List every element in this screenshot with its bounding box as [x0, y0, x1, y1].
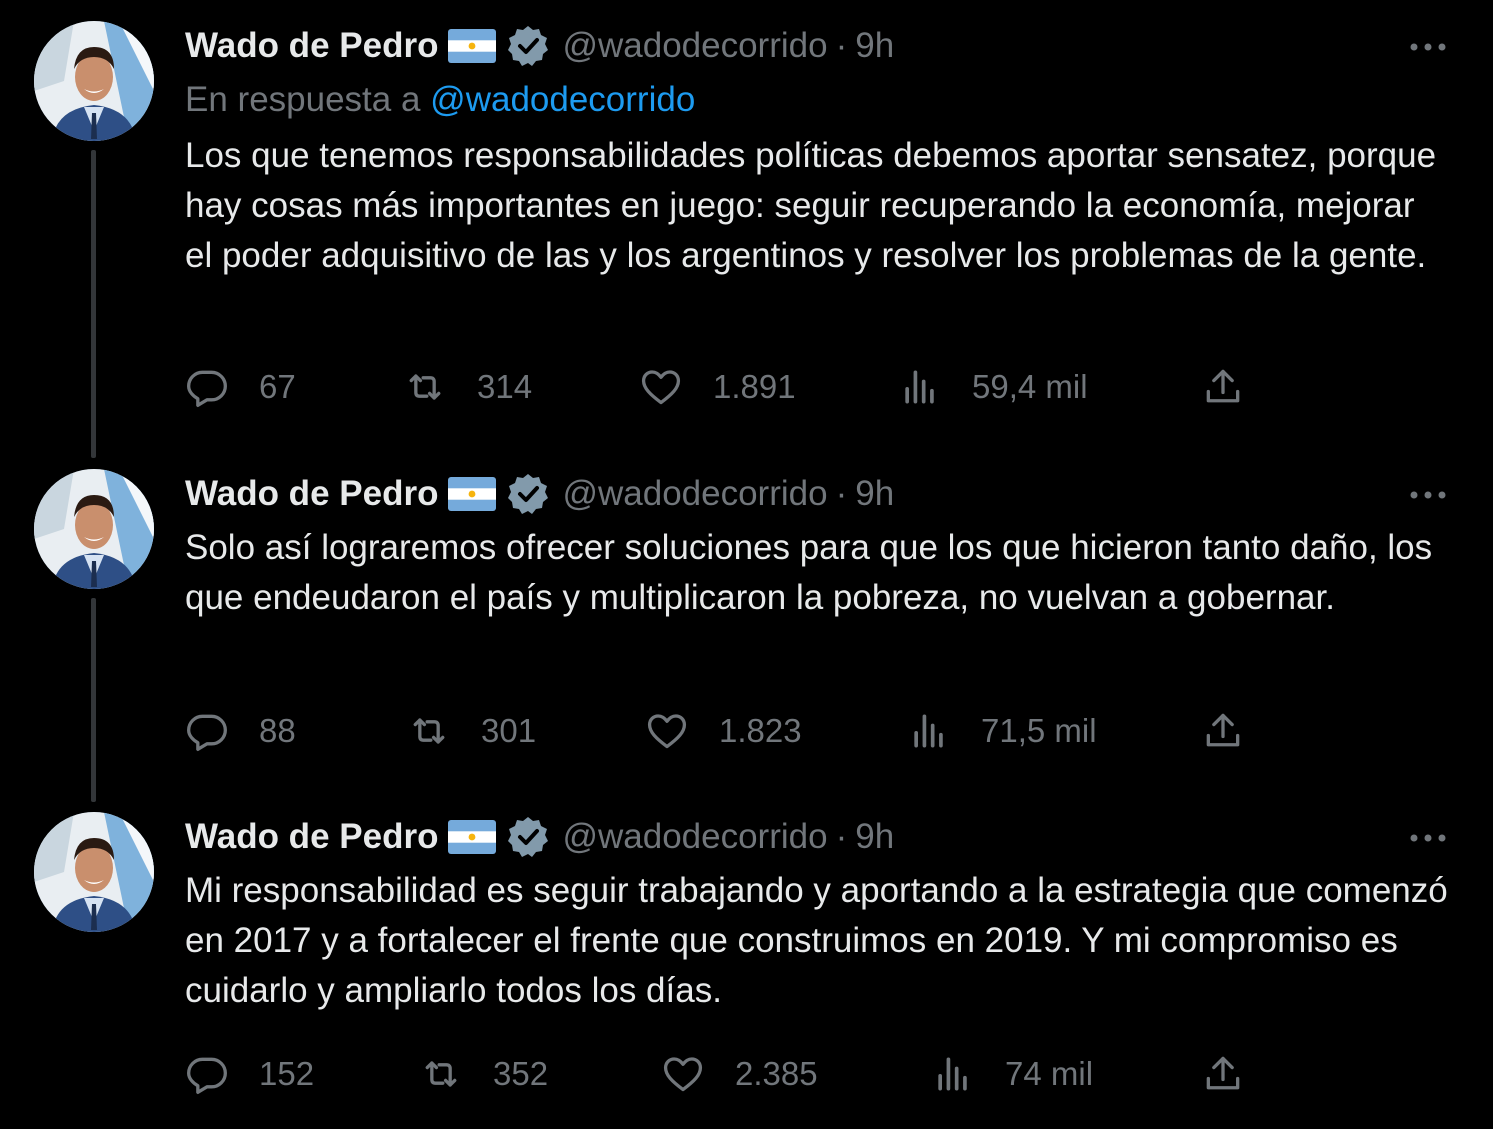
heart-icon: [663, 1057, 703, 1092]
share-icon: [1206, 369, 1240, 403]
retweet-icon: [413, 718, 445, 744]
views-button[interactable]: 71,5 mil: [907, 706, 1097, 756]
share-button[interactable]: [1201, 1049, 1245, 1099]
like-count: 2.385: [735, 1055, 818, 1092]
tweet-actions: 152 352 2.385 74 mil: [185, 1049, 1285, 1099]
more-options-icon[interactable]: [1408, 488, 1448, 500]
verified-badge-icon: [506, 472, 550, 516]
reply-bubble-icon: [187, 1057, 227, 1094]
timestamp[interactable]: 9h: [855, 474, 894, 514]
argentina-flag-icon: [448, 477, 497, 511]
tweet[interactable]: Wado de Pedro @wadodecorrido · 9h Mi res…: [0, 791, 1493, 1129]
thread-line: [91, 150, 96, 458]
retweet-count: 314: [477, 368, 533, 405]
tweet-text: Solo así lograremos ofrecer soluciones p…: [185, 528, 1433, 617]
timestamp[interactable]: 9h: [855, 26, 894, 66]
share-button[interactable]: [1201, 706, 1245, 756]
more-options-icon[interactable]: [1408, 831, 1448, 843]
avatar[interactable]: [34, 812, 154, 932]
reply-count: 88: [259, 712, 296, 749]
tweet-actions: 67 314 1.891 59,4 mil: [185, 362, 1285, 412]
reply-button[interactable]: 152: [185, 1049, 314, 1099]
argentina-flag-icon: [448, 29, 497, 63]
retweet-button[interactable]: 314: [403, 362, 532, 412]
views-button[interactable]: 74 mil: [931, 1049, 1093, 1099]
verified-badge-icon: [506, 815, 550, 859]
reply-bubble-icon: [187, 370, 227, 407]
tweet-header: Wado de Pedro @wadodecorrido · 9h: [185, 24, 894, 68]
reply-mention-link[interactable]: @wadodecorrido: [430, 80, 695, 119]
like-button[interactable]: 1.891: [639, 362, 796, 412]
reply-button[interactable]: 67: [185, 362, 296, 412]
author-name[interactable]: Wado de Pedro: [185, 474, 438, 514]
author-handle[interactable]: @wadodecorrido: [562, 26, 827, 66]
author-handle[interactable]: @wadodecorrido: [562, 817, 827, 857]
retweet-icon: [425, 1061, 457, 1087]
timestamp[interactable]: 9h: [855, 817, 894, 857]
views-count: 59,4 mil: [972, 368, 1088, 405]
reply-count: 152: [259, 1055, 315, 1092]
tweet-actions: 88 301 1.823 71,5 mil: [185, 706, 1285, 756]
retweet-button[interactable]: 352: [419, 1049, 548, 1099]
bar-chart-icon: [938, 1057, 967, 1091]
verified-badge-icon: [506, 24, 550, 68]
tweet-text: Los que tenemos responsabilidades políti…: [185, 136, 1437, 275]
reply-count: 67: [259, 368, 296, 405]
reply-context: En respuesta a @wadodecorrido: [185, 80, 695, 120]
tweet[interactable]: Wado de Pedro @wadodecorrido · 9h En res…: [0, 0, 1493, 458]
retweet-icon: [409, 374, 441, 400]
tweet-header: Wado de Pedro @wadodecorrido · 9h: [185, 815, 894, 859]
views-button[interactable]: 59,4 mil: [898, 362, 1088, 412]
views-count: 74 mil: [1005, 1055, 1094, 1092]
bar-chart-icon: [905, 370, 934, 404]
share-icon: [1206, 713, 1240, 747]
reply-prefix: En respuesta a: [185, 80, 421, 119]
separator-dot: ·: [835, 474, 848, 513]
tweet-text: Mi responsabilidad es seguir trabajando …: [185, 871, 1448, 1010]
retweet-count: 301: [481, 712, 537, 749]
share-icon: [1206, 1056, 1240, 1090]
like-button[interactable]: 1.823: [645, 706, 802, 756]
like-count: 1.823: [719, 712, 802, 749]
heart-icon: [641, 370, 681, 405]
thread-line: [91, 598, 96, 802]
separator-dot: ·: [835, 817, 848, 856]
like-button[interactable]: 2.385: [661, 1049, 818, 1099]
bar-chart-icon: [914, 714, 943, 748]
reply-bubble-icon: [187, 714, 227, 751]
avatar[interactable]: [34, 21, 154, 141]
like-count: 1.891: [713, 368, 796, 405]
avatar[interactable]: [34, 469, 154, 589]
separator-dot: ·: [835, 26, 848, 65]
reply-button[interactable]: 88: [185, 706, 296, 756]
more-options-icon[interactable]: [1408, 40, 1448, 52]
author-name[interactable]: Wado de Pedro: [185, 817, 438, 857]
views-count: 71,5 mil: [981, 712, 1097, 749]
retweet-button[interactable]: 301: [407, 706, 536, 756]
heart-icon: [647, 714, 687, 749]
share-button[interactable]: [1201, 362, 1245, 412]
argentina-flag-icon: [448, 820, 497, 854]
author-handle[interactable]: @wadodecorrido: [562, 474, 827, 514]
tweet-header: Wado de Pedro @wadodecorrido · 9h: [185, 472, 894, 516]
author-name[interactable]: Wado de Pedro: [185, 26, 438, 66]
tweet[interactable]: Wado de Pedro @wadodecorrido · 9h Solo a…: [0, 448, 1493, 802]
retweet-count: 352: [493, 1055, 549, 1092]
